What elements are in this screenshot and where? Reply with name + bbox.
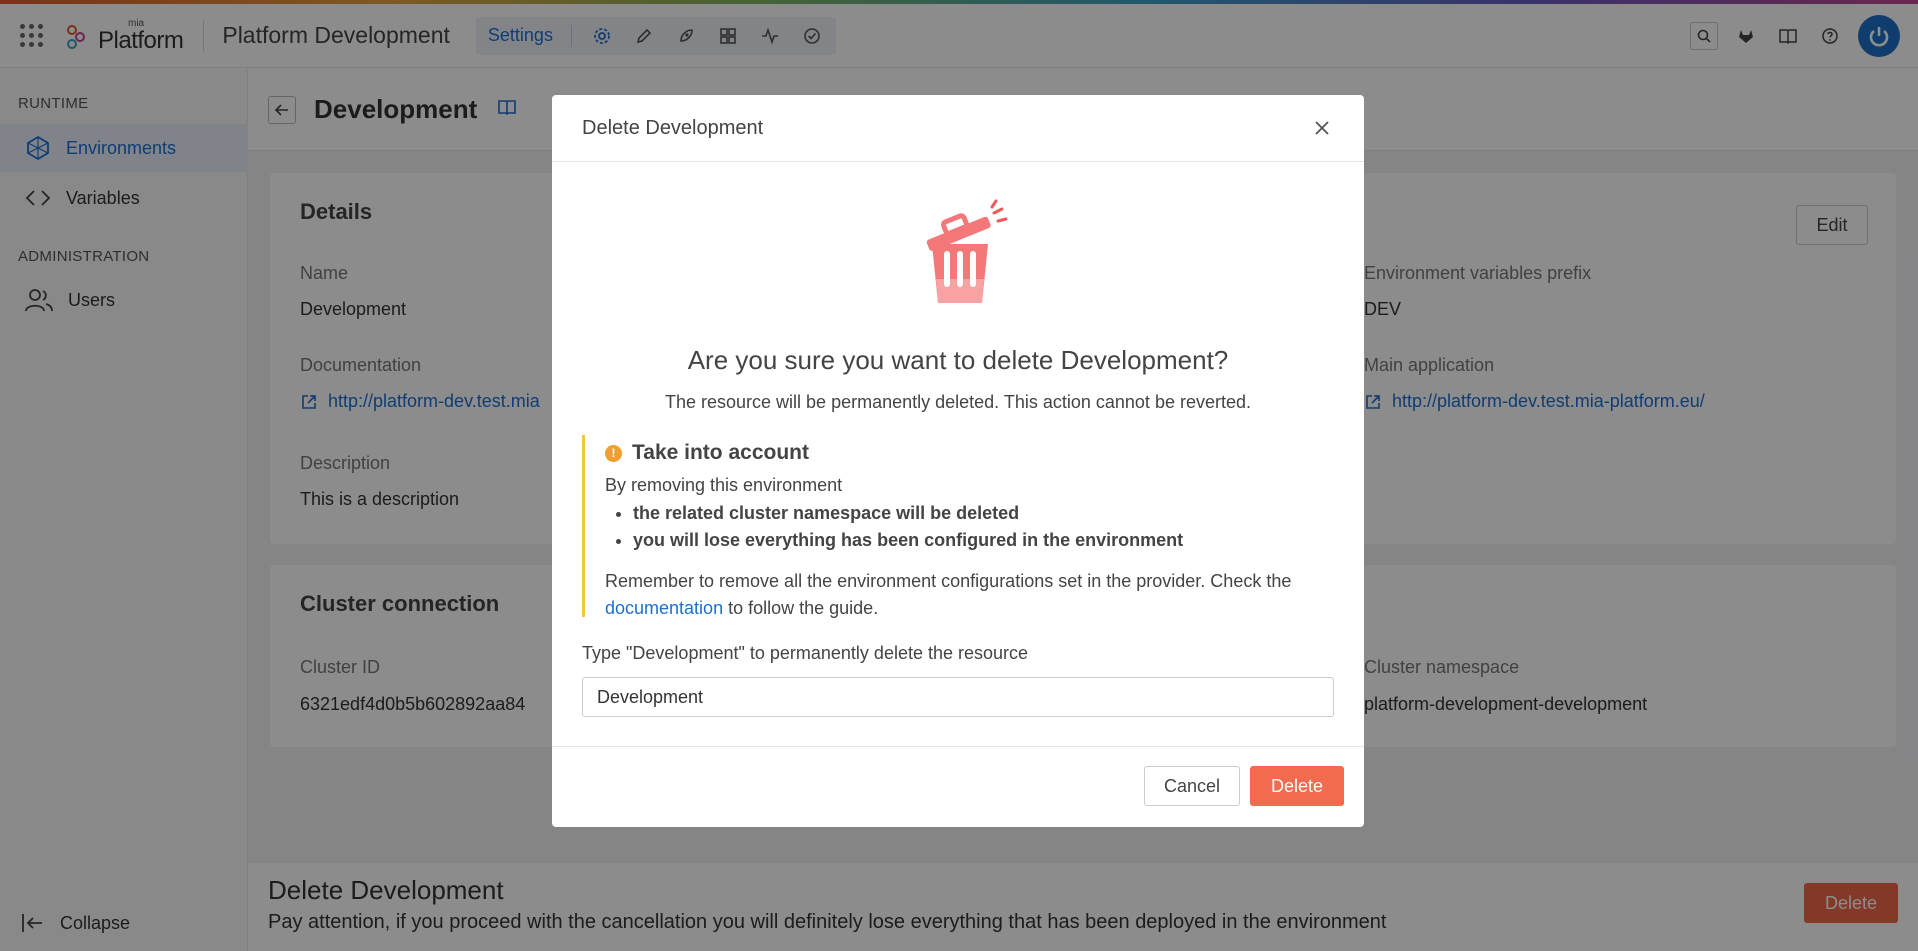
close-icon[interactable] xyxy=(1310,116,1334,140)
list-item: the related cluster namespace will be de… xyxy=(633,500,1334,527)
modal-header: Delete Development xyxy=(552,95,1364,162)
warning-icon: ! xyxy=(605,444,622,462)
modal-footer: Cancel Delete xyxy=(552,746,1364,827)
list-item: you will lose everything has been config… xyxy=(633,527,1334,554)
confirm-subtitle: The resource will be permanently deleted… xyxy=(665,392,1251,412)
trash-bin-icon xyxy=(926,199,1008,303)
delete-button[interactable]: Delete xyxy=(1250,766,1344,806)
note-text-after: to follow the guide. xyxy=(723,598,879,618)
warning-callout: ! Take into account By removing this env… xyxy=(582,435,1334,618)
callout-list: the related cluster namespace will be de… xyxy=(605,500,1334,554)
delete-modal: Delete Development Are you sure you want… xyxy=(552,95,1364,827)
note-text-before: Remember to remove all the environment c… xyxy=(605,571,1292,591)
confirm-input-label: Type "Development" to permanently delete… xyxy=(582,643,1029,663)
documentation-link[interactable]: documentation xyxy=(605,598,723,618)
callout-title: Take into account xyxy=(632,441,809,464)
confirm-question: Are you sure you want to delete Developm… xyxy=(687,345,1229,375)
cancel-button[interactable]: Cancel xyxy=(1144,766,1240,806)
callout-note: Remember to remove all the environment c… xyxy=(605,568,1334,622)
callout-intro: By removing this environment xyxy=(605,475,843,495)
modal-title: Delete Development xyxy=(582,116,764,139)
confirm-name-input[interactable] xyxy=(582,677,1334,717)
